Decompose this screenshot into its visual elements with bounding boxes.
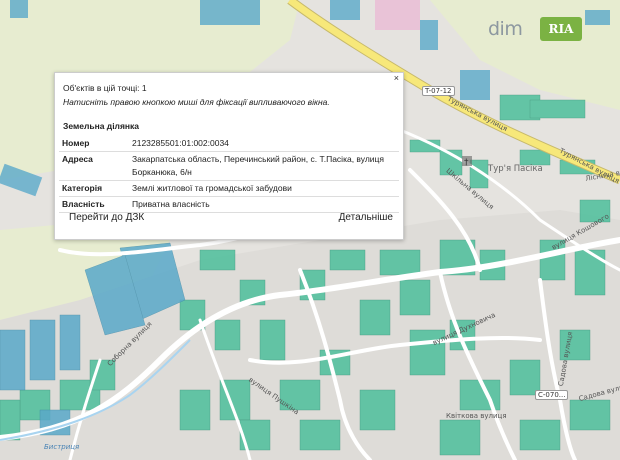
section-title: Земельна ділянка	[63, 121, 140, 131]
row-value: Землі житлової та громадської забудови	[129, 180, 399, 197]
objects-count: Об'єктів в цій точці: 1	[63, 83, 147, 93]
parcel-info-popup: × Об'єктів в цій точці: 1 Натисніть прав…	[54, 72, 404, 240]
row-key: Категорія	[59, 180, 129, 197]
popup-hint: Натисніть правою кнопкою миші для фіксац…	[63, 97, 330, 107]
details-link[interactable]: Детальніше	[339, 212, 393, 223]
road-badge: C-070...	[535, 390, 569, 400]
table-row: Адреса Закарпатська область, Перечинськи…	[59, 151, 399, 181]
dimria-logo[interactable]: dim RIA	[478, 14, 588, 44]
street-label-kvitkova: Квіткова вулиця	[446, 412, 507, 420]
row-value: Закарпатська область, Перечинський район…	[129, 151, 399, 181]
logo-dim-text: dim	[488, 18, 523, 40]
parcel-info-table: Номер 2123285501:01:002:0034 Адреса Зака…	[59, 136, 399, 213]
logo-ria-badge: RIA	[540, 17, 582, 41]
row-key: Номер	[59, 136, 129, 152]
row-key: Адреса	[59, 151, 129, 181]
close-icon[interactable]: ×	[394, 73, 399, 83]
popup-links: Перейти до ДЗК Детальніше	[69, 212, 393, 223]
row-key: Власність	[59, 196, 129, 213]
table-row: Власність Приватна власність	[59, 196, 399, 213]
river-label: Бистриця	[44, 443, 80, 451]
place-label-tur-pasika: Тур'я Пасіка	[488, 164, 543, 174]
row-value: 2123285501:01:002:0034	[129, 136, 399, 152]
svg-text:†: †	[464, 158, 469, 168]
row-value: Приватна власність	[129, 196, 399, 213]
table-row: Категорія Землі житлової та громадської …	[59, 180, 399, 197]
go-to-dzk-link[interactable]: Перейти до ДЗК	[69, 212, 144, 223]
table-row: Номер 2123285501:01:002:0034	[59, 136, 399, 152]
